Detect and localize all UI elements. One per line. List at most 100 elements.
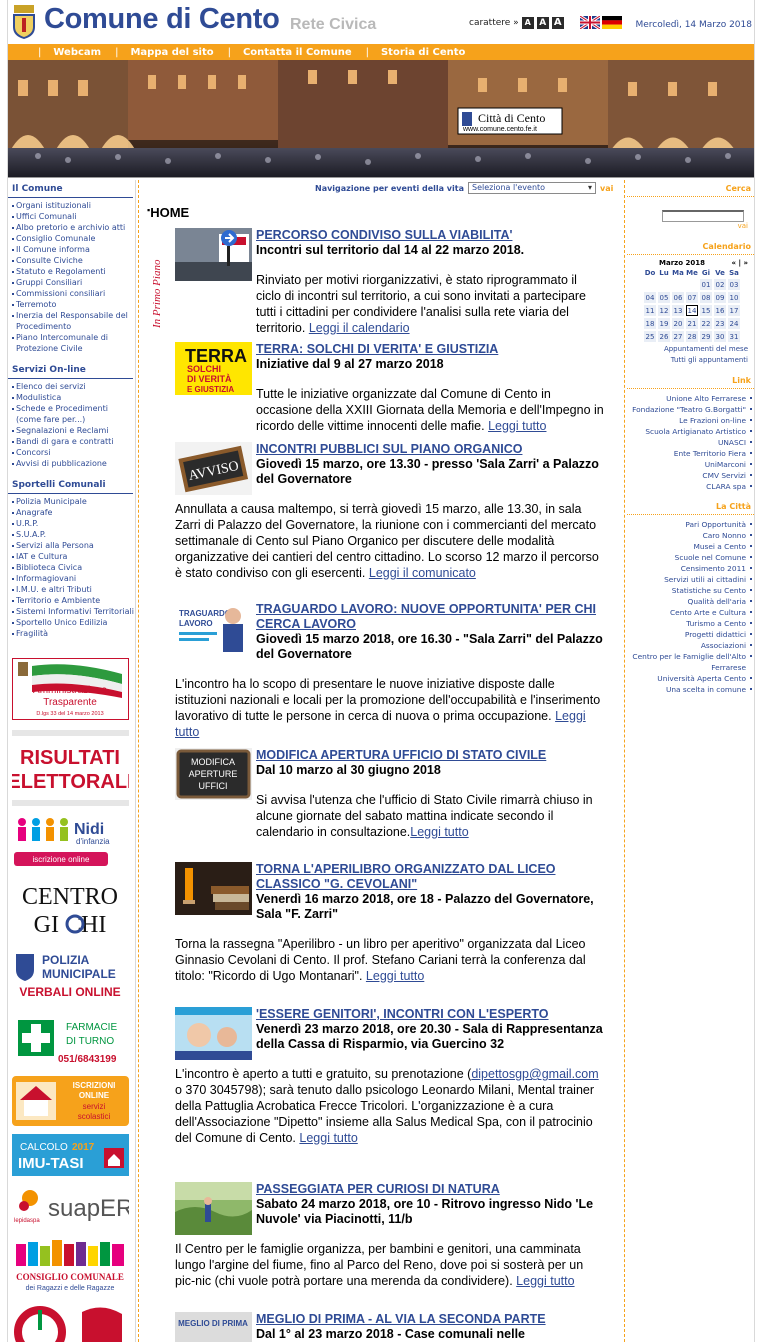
sidebar-item[interactable]: Commissioni consiliari: [12, 288, 135, 299]
calendar-day[interactable]: 18: [644, 318, 656, 329]
link-item[interactable]: UniMarconi: [627, 459, 752, 470]
citta-item[interactable]: Associazioni: [627, 640, 752, 651]
farmacie-di-turno-banner[interactable]: FARMACIE DI TURNO 051/6843199: [12, 1014, 129, 1070]
news-thumbnail[interactable]: AVVISO: [175, 442, 252, 495]
calendar-day[interactable]: 20: [672, 318, 684, 329]
link-item[interactable]: CMV Servizi: [627, 470, 752, 481]
amministrazione-trasparente-banner[interactable]: Amministrazione Trasparente D.lgs 33 del…: [12, 658, 129, 720]
sidebar-item[interactable]: Avvisi di pubblicazione: [12, 458, 135, 469]
suaper-banner[interactable]: lepidaspa suapER: [12, 1184, 129, 1230]
sidebar-item[interactable]: Anagrafe: [12, 507, 135, 518]
news-thumbnail[interactable]: MEGLIO DI PRIMA: [175, 1312, 252, 1342]
read-more-link[interactable]: Leggi tutto: [299, 1131, 357, 1145]
calendar-day[interactable]: 05: [658, 292, 670, 303]
font-medium-button[interactable]: A: [536, 17, 549, 29]
centro-giochi-banner[interactable]: CENTRO GI CHI: [12, 880, 129, 938]
sidebar-item[interactable]: Statuto e Regolamenti: [12, 266, 135, 277]
read-more-link[interactable]: Leggi tutto: [410, 825, 468, 839]
email-link[interactable]: dipettosgp@gmail.com: [471, 1067, 598, 1081]
citta-item[interactable]: Pari Opportunità: [627, 519, 752, 530]
sidebar-item[interactable]: Polizia Municipale: [12, 496, 135, 507]
read-more-link[interactable]: Leggi il comunicato: [369, 566, 476, 580]
calendar-day[interactable]: 09: [714, 292, 726, 303]
risultati-elettorali-banner[interactable]: RISULTATI ELETTORALI: [12, 730, 129, 806]
read-more-link[interactable]: Leggi il calendario: [309, 321, 410, 335]
sidebar-item[interactable]: I.M.U. e altri Tributi: [12, 584, 135, 595]
sidebar-item[interactable]: Il Comune informa: [12, 244, 135, 255]
sidebar-item[interactable]: Fragilità: [12, 628, 135, 639]
news-title[interactable]: MEGLIO DI PRIMA - AL VIA LA SECONDA PART…: [256, 1312, 605, 1327]
citta-item[interactable]: Centro per le Famiglie dell'Alto Ferrare…: [627, 651, 752, 673]
citta-item[interactable]: Turismo a Cento: [627, 618, 752, 629]
calendar-day[interactable]: 27: [672, 331, 684, 342]
link-item[interactable]: Unione Alto Ferrarese: [627, 393, 752, 404]
calendar-day[interactable]: 25: [644, 331, 656, 342]
news-title[interactable]: TORNA L'APERILIBRO ORGANIZZATO DAL LICEO…: [256, 862, 605, 892]
news-thumbnail[interactable]: [175, 228, 252, 281]
calendar-day[interactable]: 10: [728, 292, 740, 303]
sidebar-item[interactable]: Concorsi: [12, 447, 135, 458]
news-thumbnail[interactable]: [175, 1182, 252, 1235]
calendar-day[interactable]: 12: [658, 305, 670, 316]
citta-item[interactable]: Università Aperta Cento: [627, 673, 752, 684]
sidebar-item[interactable]: Terremoto: [12, 299, 135, 310]
calendar-day[interactable]: 02: [714, 279, 726, 290]
sidebar-item[interactable]: Modulistica: [12, 392, 135, 403]
consiglio-ragazzi-banner[interactable]: CONSIGLIO COMUNALE dei Ragazzi e delle R…: [12, 1238, 129, 1294]
sidebar-item[interactable]: Consulte Civiche: [12, 255, 135, 266]
link-item[interactable]: UNASCI: [627, 437, 752, 448]
citta-item[interactable]: Qualità dell'aria: [627, 596, 752, 607]
news-thumbnail[interactable]: MODIFICA APERTURE UFFICI: [175, 748, 252, 800]
calcolo-imu-tasi-banner[interactable]: CALCOLO 2017 IMU-TASI: [12, 1134, 129, 1176]
read-more-link[interactable]: Leggi tutto: [366, 969, 424, 983]
calendar-day[interactable]: 28: [686, 331, 698, 342]
news-title[interactable]: 'ESSERE GENITORI', INCONTRI CON L'ESPERT…: [256, 1007, 605, 1022]
search-go-button[interactable]: vai: [627, 222, 754, 230]
news-title[interactable]: TERRA: SOLCHI DI VERITA' E GIUSTIZIA: [256, 342, 605, 357]
sidebar-item[interactable]: Biblioteca Civica: [12, 562, 135, 573]
calendar-day[interactable]: 24: [728, 318, 740, 329]
sidebar-item[interactable]: Organi istituzionali: [12, 200, 135, 211]
sidebar-item[interactable]: Sportello Unico Edilizia: [12, 617, 135, 628]
calendar-day[interactable]: 03: [728, 279, 740, 290]
citta-item[interactable]: Scuole nel Comune: [627, 552, 752, 563]
calendar-day[interactable]: 30: [714, 331, 726, 342]
life-events-select[interactable]: Seleziona l'evento: [467, 182, 596, 194]
sidebar-item[interactable]: Segnalazioni e Reclami: [12, 425, 135, 436]
site-title[interactable]: Comune di Cento: [44, 3, 280, 36]
sidebar-item[interactable]: IAT e Cultura: [12, 551, 135, 562]
sidebar-item[interactable]: Territorio e Ambiente: [12, 595, 135, 606]
sidebar-item[interactable]: Consiglio Comunale: [12, 233, 135, 244]
sidebar-item[interactable]: Albo pretorio e archivio atti: [12, 222, 135, 233]
calendar-day[interactable]: 08: [700, 292, 712, 303]
read-more-link[interactable]: Leggi tutto: [516, 1274, 574, 1288]
citta-item[interactable]: Musei a Cento: [627, 541, 752, 552]
calendar-day[interactable]: 29: [700, 331, 712, 342]
news-thumbnail[interactable]: [175, 1007, 252, 1060]
font-large-button[interactable]: A: [551, 17, 564, 29]
sidebar-item[interactable]: Piano Intercomunale di Protezione Civile: [12, 332, 135, 354]
news-title[interactable]: PERCORSO CONDIVISO SULLA VIABILITA': [256, 228, 605, 243]
news-title[interactable]: TRAGUARDO LAVORO: NUOVE OPPORTUNITA' PER…: [256, 602, 605, 632]
polizia-municipale-banner[interactable]: POLIZIA MUNICIPALE VERBALI ONLINE: [12, 948, 129, 1004]
sidebar-item[interactable]: Sistemi Informativi Territoriali: [12, 606, 135, 617]
sidebar-item[interactable]: S.U.A.P.: [12, 529, 135, 540]
calendar-prev-button[interactable]: «: [732, 259, 737, 267]
calendar-day[interactable]: 07: [686, 292, 698, 303]
news-title[interactable]: PASSEGGIATA PER CURIOSI DI NATURA: [256, 1182, 605, 1197]
calendar-day[interactable]: 21: [686, 318, 698, 329]
sidebar-item[interactable]: Uffici Comunali: [12, 211, 135, 222]
nav-mappa-del-sito[interactable]: Mappa del sito: [130, 47, 213, 58]
citta-item[interactable]: Censimento 2011: [627, 563, 752, 574]
calendar-day[interactable]: 26: [658, 331, 670, 342]
calendar-day[interactable]: 04: [644, 292, 656, 303]
search-input[interactable]: [662, 210, 744, 222]
calendar-day[interactable]: 13: [672, 305, 684, 316]
news-thumbnail[interactable]: TRAGUARDO LAVORO: [175, 602, 252, 655]
news-thumbnail[interactable]: [175, 862, 252, 915]
nav-contatta-il-comune[interactable]: Contatta il Comune: [243, 47, 352, 58]
citta-item[interactable]: Statistiche su Cento: [627, 585, 752, 596]
calendar-day[interactable]: 17: [728, 305, 740, 316]
link-item[interactable]: CLARA spa: [627, 481, 752, 492]
link-item[interactable]: Ente Territorio Fiera: [627, 448, 752, 459]
